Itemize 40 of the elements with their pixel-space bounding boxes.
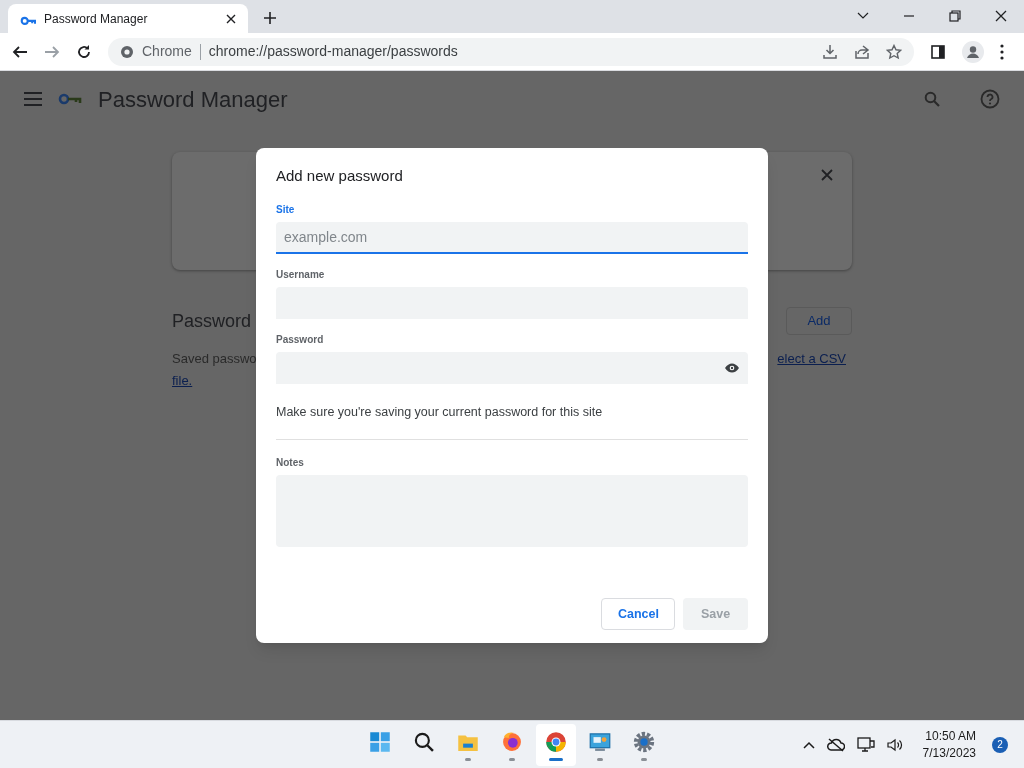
menu-icon[interactable]	[24, 92, 42, 106]
tab-title: Password Manager	[44, 10, 149, 28]
cancel-button[interactable]: Cancel	[601, 598, 675, 631]
key-icon	[58, 92, 82, 106]
more-icon[interactable]	[1000, 43, 1004, 60]
clock-time[interactable]: 10:50 AM	[925, 727, 976, 745]
field-label: Password	[276, 332, 325, 347]
eye-icon[interactable]	[724, 362, 740, 373]
notification-badge[interactable]: 2	[992, 736, 1008, 753]
search-icon[interactable]	[924, 91, 940, 107]
back-icon[interactable]	[12, 43, 28, 60]
password-field[interactable]	[276, 351, 748, 384]
side-panel-icon[interactable]	[930, 43, 946, 60]
browser-tab[interactable]: Password Manager	[8, 4, 248, 33]
share-icon[interactable]	[854, 43, 870, 60]
download-icon[interactable]	[822, 43, 838, 60]
help-icon[interactable]	[980, 89, 1000, 109]
volume-icon[interactable]	[886, 737, 903, 752]
description-text: Saved passwo	[172, 350, 257, 368]
new-tab-icon[interactable]	[264, 12, 276, 24]
site-label: Chrome	[142, 42, 192, 61]
star-icon[interactable]	[886, 43, 902, 60]
field-label: Username	[276, 267, 326, 282]
network-icon[interactable]	[856, 736, 875, 753]
field-label: Site	[276, 202, 296, 217]
dialog-title: Add new password	[276, 166, 404, 186]
url-text: chrome://password-manager/passwords	[208, 42, 458, 61]
forward-icon	[44, 43, 60, 60]
hint-text: Make sure you're saving your current password for this site	[276, 403, 604, 421]
address-bar[interactable]: Chrome chrome://password-manager/passwords	[108, 37, 914, 66]
app-title: Password Manager	[98, 85, 288, 114]
clock-date[interactable]: 7/13/2023	[922, 744, 976, 762]
input-field[interactable]: example.com	[276, 221, 748, 254]
reload-icon[interactable]	[76, 43, 92, 60]
close-icon[interactable]	[226, 13, 236, 24]
chevron-up-icon[interactable]	[802, 740, 815, 749]
field-label: Notes	[276, 456, 305, 471]
profile-icon[interactable]	[962, 40, 984, 63]
section-heading: Password	[172, 309, 252, 333]
cloud-offline-icon[interactable]	[826, 737, 845, 752]
